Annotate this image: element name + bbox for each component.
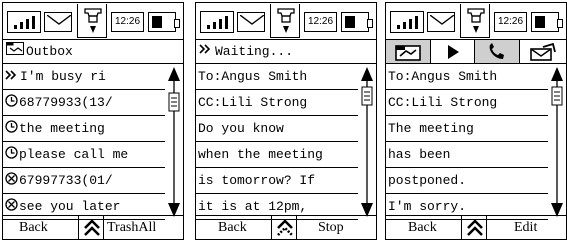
cc-field: CC:Lili Strong [196,90,358,116]
page-title: Outbox [26,44,73,59]
battery-icon [148,12,180,32]
clock-display: 12:26 [304,12,337,32]
pending-clock-icon [5,120,19,136]
reply-forward-icon[interactable] [520,40,566,63]
list-item[interactable]: I'm busy ri [3,64,165,90]
outbox-screen: 12:26 Outbox I'm busy ri 68779933(13/ th… [2,2,184,240]
signal-strength-icon [390,11,424,33]
cc-field: CC:Lili Strong [386,90,548,116]
list-item[interactable]: please call me [3,142,165,168]
message-text-line: when the meeting [196,142,358,168]
edit-softkey[interactable]: Edit [514,216,537,239]
status-bar: 12:26 [196,3,376,39]
navigate-up-icon[interactable] [271,216,297,239]
pending-clock-icon [5,146,19,162]
scrollbar[interactable] [550,67,564,217]
navigate-up-icon[interactable] [461,216,487,239]
message-text-line: Do you know [196,116,358,142]
waiting-title-bar: Waiting... [196,39,376,64]
envelope-icon [44,12,72,32]
message-text-line: has been [386,142,548,168]
play-icon[interactable] [431,40,475,63]
message-body: To:Angus Smith CC:Lili Strong The meetin… [386,64,548,220]
phone-icon [460,4,490,38]
failed-x-icon [5,172,19,188]
outbox-folder-icon [6,40,24,63]
softkey-bar: Back Stop [196,215,376,239]
outbox-title-bar: Outbox [3,39,183,64]
failed-x-icon [5,198,19,214]
list-item[interactable]: 67997733(01/ [3,168,165,194]
phone-icon [77,4,107,38]
list-item[interactable]: 68779933(13/ [3,90,165,116]
list-item[interactable]: the meeting [3,116,165,142]
envelope-icon [237,12,265,32]
status-bar: 12:26 [3,3,183,39]
call-handset-icon[interactable] [475,40,520,63]
folder-open-icon[interactable] [386,40,431,63]
battery-icon [341,12,373,32]
to-field: To:Angus Smith [196,64,358,90]
envelope-icon [427,12,455,32]
signal-strength-icon [200,11,234,33]
softkey-bar: Back Edit [386,215,566,239]
navigate-up-icon[interactable] [78,216,104,239]
draft-icon [5,69,20,84]
signal-strength-icon [7,11,41,33]
pending-clock-icon [5,94,19,110]
clock-display: 12:26 [111,12,144,32]
to-field: To:Angus Smith [386,64,548,90]
status-bar: 12:26 [386,3,566,39]
message-list: I'm busy ri 68779933(13/ the meeting ple… [3,64,165,220]
phone-icon [270,4,300,38]
clock-display: 12:26 [494,12,527,32]
message-text-line: postponed. [386,168,548,194]
message-text-line: The meeting [386,116,548,142]
stop-softkey[interactable]: Stop [318,216,344,239]
trash-all-softkey[interactable]: TrashAll [107,216,156,239]
softkey-bar: Back TrashAll [3,215,183,239]
message-text-line: is tomorrow? If [196,168,358,194]
message-body: To:Angus Smith CC:Lili Strong Do you kno… [196,64,358,220]
page-title: Waiting... [215,44,294,59]
message-view-screen: 12:26 To:Angus Smith CC:Lili Strong The … [385,2,567,240]
message-toolbar [386,39,566,64]
sending-arrow-icon [199,40,213,63]
waiting-screen: 12:26 Waiting... To:Angus Smith CC:Lili … [195,2,377,240]
back-softkey[interactable]: Back [19,216,48,239]
back-softkey[interactable]: Back [218,216,247,239]
battery-icon [531,12,563,32]
scrollbar[interactable] [167,67,181,217]
scrollbar[interactable] [360,67,374,217]
back-softkey[interactable]: Back [408,216,437,239]
